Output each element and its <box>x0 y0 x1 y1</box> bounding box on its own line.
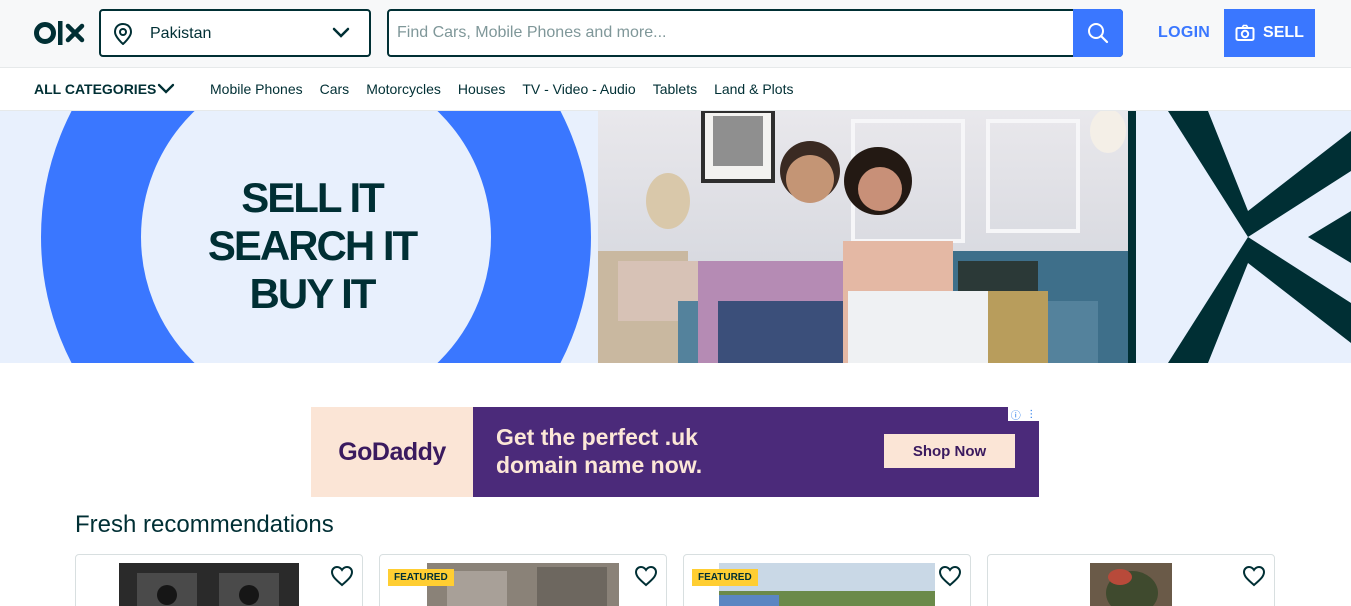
hero-line-2: SEARCH IT <box>207 222 418 269</box>
search-button[interactable] <box>1073 9 1123 57</box>
ad-message-panel: Get the perfect .uk domain name now. Sho… <box>473 407 1039 497</box>
more-options-icon[interactable]: ⋮ <box>1026 409 1036 420</box>
featured-badge: FEATURED <box>692 569 758 586</box>
heart-icon[interactable] <box>634 565 658 587</box>
ad-headline-line-1: Get the perfect .uk <box>496 424 698 450</box>
login-link[interactable]: LOGIN <box>1158 24 1210 42</box>
hero-line-3: BUY IT <box>249 270 377 317</box>
chevron-down-icon[interactable] <box>157 82 175 96</box>
listing-image <box>427 563 619 606</box>
olx-logo[interactable] <box>34 19 86 47</box>
info-icon[interactable]: ⓘ <box>1011 407 1021 422</box>
search-input[interactable] <box>389 11 1074 55</box>
category-land-plots[interactable]: Land & Plots <box>714 81 793 97</box>
listing-card[interactable] <box>75 554 363 606</box>
heart-icon[interactable] <box>330 565 354 587</box>
sell-label: SELL <box>1263 24 1304 41</box>
camera-icon <box>1235 24 1255 41</box>
category-mobile-phones[interactable]: Mobile Phones <box>210 81 303 97</box>
couple-on-sofa-image <box>598 111 1128 363</box>
chevron-down-icon <box>332 27 350 38</box>
ad-headline-line-2: domain name now. <box>496 452 703 478</box>
featured-badge: FEATURED <box>388 569 454 586</box>
category-tablets[interactable]: Tablets <box>653 81 697 97</box>
listing-image <box>1090 563 1172 606</box>
location-value: Pakistan <box>150 25 212 42</box>
hero-photo[interactable] <box>598 111 1128 363</box>
category-cars[interactable]: Cars <box>320 81 350 97</box>
section-title: Fresh recommendations <box>75 511 334 538</box>
hero-line-1: SELL IT <box>241 174 385 221</box>
ad-headline: Get the perfect .uk domain name now. <box>496 423 702 479</box>
all-categories-toggle[interactable]: ALL CATEGORIES <box>34 81 156 97</box>
category-links: Mobile Phones Cars Motorcycles Houses TV… <box>210 81 810 97</box>
hero-tagline: SELL IT SEARCH IT BUY IT <box>192 174 432 318</box>
search-bar <box>387 9 1123 57</box>
advertisement-banner[interactable]: GoDaddy Get the perfect .uk domain name … <box>311 407 1039 497</box>
listing-card[interactable]: FEATURED <box>683 554 971 606</box>
listing-card[interactable] <box>987 554 1275 606</box>
category-motorcycles[interactable]: Motorcycles <box>366 81 441 97</box>
category-houses[interactable]: Houses <box>458 81 505 97</box>
heart-icon[interactable] <box>938 565 962 587</box>
search-icon <box>1088 23 1109 44</box>
hero-banner-right[interactable] <box>1128 111 1351 363</box>
listing-image <box>119 563 299 606</box>
hero-x-graphic <box>1128 111 1351 363</box>
listing-card[interactable]: FEATURED <box>379 554 667 606</box>
ad-shop-now-button[interactable]: Shop Now <box>884 434 1015 468</box>
hero-banner-left[interactable]: SELL IT SEARCH IT BUY IT <box>0 111 598 363</box>
location-pin-icon <box>113 23 133 45</box>
location-selector[interactable]: Pakistan <box>99 9 371 57</box>
ad-brand-logo: GoDaddy <box>338 437 446 466</box>
category-bar: ALL CATEGORIES Mobile Phones Cars Motorc… <box>0 68 1351 111</box>
sell-button[interactable]: SELL <box>1224 9 1315 57</box>
heart-icon[interactable] <box>1242 565 1266 587</box>
top-header: Pakistan LOGIN SELL <box>0 0 1351 68</box>
ad-choices[interactable]: ⓘ ⋮ <box>1008 407 1039 422</box>
category-tv-video-audio[interactable]: TV - Video - Audio <box>522 81 635 97</box>
ad-brand-panel: GoDaddy <box>311 407 473 497</box>
